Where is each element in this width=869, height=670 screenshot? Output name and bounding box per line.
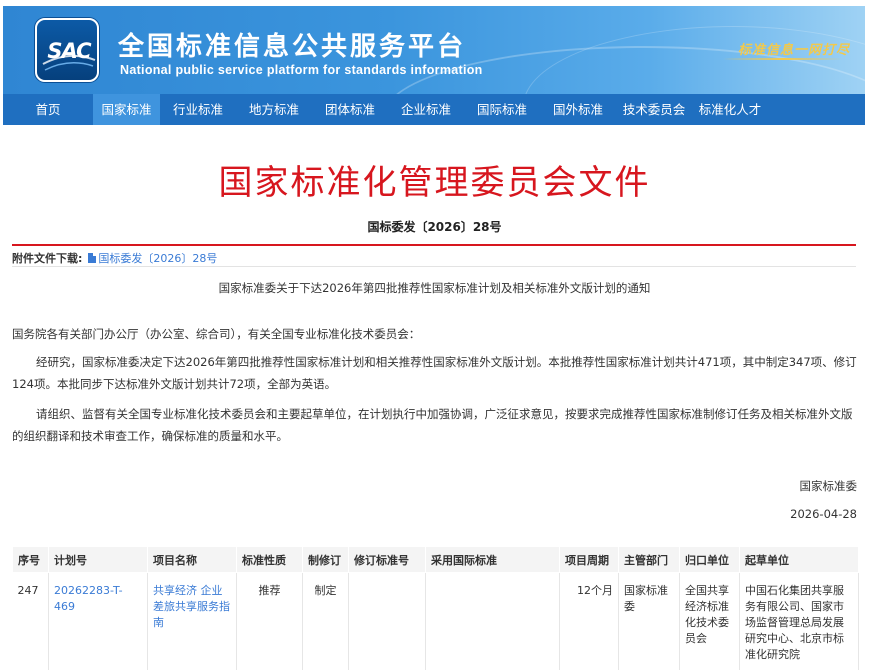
- nav-item-standardization-talent[interactable]: 标准化人才: [692, 94, 768, 125]
- plan-table: 序号 计划号 项目名称 标准性质 制修订 修订标准号 采用国际标准 项目周期 主…: [12, 546, 859, 670]
- nav-item-industry-standards[interactable]: 行业标准: [160, 94, 236, 125]
- column-header: 制修订: [302, 546, 349, 573]
- table-row: 247 20262283-T-469 共享经济 企业差旅共享服务指南 推荐 制定…: [12, 572, 859, 670]
- nav-item-local-standards[interactable]: 地方标准: [236, 94, 312, 125]
- column-header: 项目名称: [147, 546, 237, 573]
- signature-organization: 国家标准委: [799, 479, 858, 493]
- logo-text: SAC: [47, 39, 91, 63]
- cell-plan-number-link[interactable]: 20262283-T-469: [48, 572, 148, 670]
- nav-item-enterprise-standards[interactable]: 企业标准: [388, 94, 464, 125]
- column-header: 修订标准号: [348, 546, 426, 573]
- column-header: 起草单位: [739, 546, 859, 573]
- nav-item-group-standards[interactable]: 团体标准: [312, 94, 388, 125]
- column-header: 标准性质: [236, 546, 303, 573]
- attachment-link[interactable]: 国标委发〔2026〕28号: [98, 252, 217, 265]
- column-header: 项目周期: [559, 546, 619, 573]
- nav-item-international-standards[interactable]: 国际标准: [464, 94, 540, 125]
- notice-title: 国家标准委关于下达2026年第四批推荐性国家标准计划及相关标准外文版计划的通知: [218, 281, 651, 295]
- main-nav: 首页 国家标准 行业标准 地方标准 团体标准 企业标准 国际标准 国外标准 技术…: [3, 94, 865, 125]
- cell-project-period: 12个月: [559, 572, 619, 670]
- cell-revision-type: 制定: [302, 572, 349, 670]
- attachment-row: 附件文件下载: 国标委发〔2026〕28号: [12, 250, 217, 266]
- slogan-underline: [723, 58, 843, 60]
- nav-item-home[interactable]: 首页: [3, 94, 93, 125]
- nav-item-technical-committees[interactable]: 技术委员会: [616, 94, 692, 125]
- site-subtitle: National public service platform for sta…: [120, 63, 483, 77]
- sac-logo[interactable]: SAC: [35, 18, 99, 82]
- attachment-label: 附件文件下载:: [12, 252, 83, 265]
- header-banner: SAC 全国标准信息公共服务平台 National public service…: [3, 6, 865, 94]
- document-number: 国标委发〔2026〕28号: [367, 220, 502, 234]
- signature-date: 2026-04-28: [790, 507, 857, 521]
- file-icon: [88, 253, 97, 263]
- cell-serial: 247: [12, 572, 49, 670]
- cell-supervising-department: 国家标准委: [618, 572, 680, 670]
- banner-decoration: [523, 26, 865, 94]
- body-paragraph: 请组织、监督有关全国专业标准化技术委员会和主要起草单位，在计划执行中加强协调，广…: [12, 407, 853, 443]
- slogan: 标准信息一网打尽: [738, 43, 851, 58]
- site-title: 全国标准信息公共服务平台: [118, 32, 467, 62]
- column-header: 采用国际标准: [425, 546, 560, 573]
- table-header-row: 序号 计划号 项目名称 标准性质 制修订 修订标准号 采用国际标准 项目周期 主…: [12, 546, 859, 573]
- cell-drafting-units: 中国石化集团共享服务有限公司、国家市场监督管理总局发展研究中心、北京市标准化研究…: [739, 572, 859, 670]
- cell-responsible-committee: 全国共享经济标准化技术委员会: [679, 572, 740, 670]
- column-header: 主管部门: [618, 546, 680, 573]
- nav-item-national-standards[interactable]: 国家标准: [93, 94, 160, 125]
- body-paragraph: 经研究，国家标准委决定下达2026年第四批推荐性国家标准计划和相关推荐性国家标准…: [12, 355, 857, 391]
- column-header: 归口单位: [679, 546, 740, 573]
- salutation: 国务院各有关部门办公厅（办公室、综合司），有关全国专业标准化技术委员会：: [12, 327, 421, 341]
- cell-adopted-international-standard: [425, 572, 560, 670]
- divider: [12, 266, 856, 267]
- nav-item-foreign-standards[interactable]: 国外标准: [540, 94, 616, 125]
- column-header: 序号: [12, 546, 49, 573]
- cell-revised-standard-number: [348, 572, 426, 670]
- cell-standard-nature: 推荐: [236, 572, 303, 670]
- cell-project-name-link[interactable]: 共享经济 企业差旅共享服务指南: [147, 572, 237, 670]
- document-title: 国家标准化管理委员会文件: [218, 163, 651, 203]
- column-header: 计划号: [48, 546, 148, 573]
- red-divider: [12, 244, 856, 246]
